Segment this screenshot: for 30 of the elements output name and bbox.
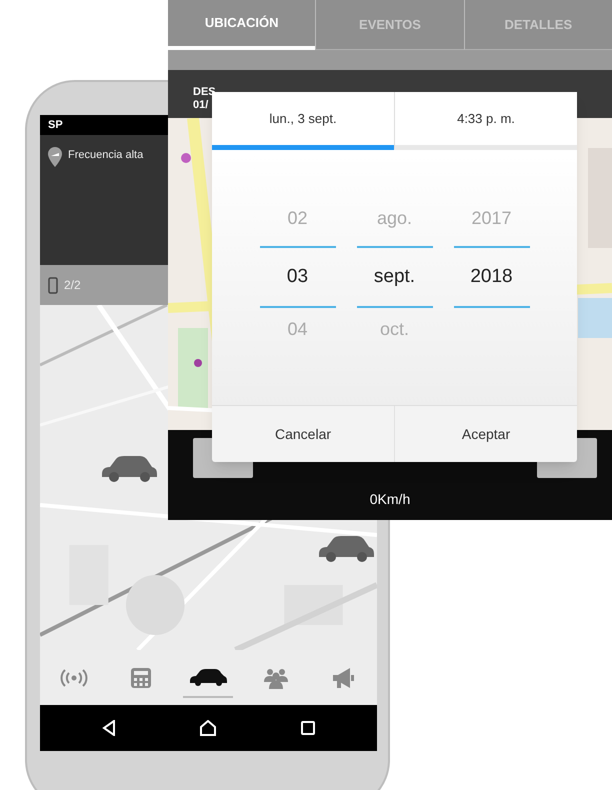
device-count: 2/2 bbox=[64, 277, 81, 294]
picker-selection[interactable]: sept. bbox=[356, 246, 432, 308]
picker-value[interactable]: oct. bbox=[380, 316, 409, 342]
people-icon bbox=[262, 666, 289, 688]
picker-current: 2018 bbox=[470, 264, 513, 289]
picker-value[interactable]: ago. bbox=[376, 204, 412, 232]
picker-selection[interactable]: 2018 bbox=[454, 246, 530, 308]
dialog-button[interactable]: Aceptar bbox=[394, 406, 577, 462]
dialog-button[interactable]: Cancelar bbox=[212, 406, 394, 462]
header-text: 01/ bbox=[193, 99, 210, 112]
signal-icon bbox=[58, 668, 89, 688]
phone-icon bbox=[48, 276, 58, 294]
title-text: SP bbox=[48, 118, 63, 133]
picker-value[interactable]: 02 bbox=[287, 204, 308, 232]
car-icon bbox=[317, 535, 375, 563]
picker-value[interactable]: 04 bbox=[287, 316, 308, 342]
car-icon bbox=[100, 455, 158, 483]
car-icon bbox=[188, 668, 228, 686]
picker-current: sept. bbox=[374, 264, 416, 289]
recent-apps-icon[interactable] bbox=[301, 721, 316, 735]
picker-selection[interactable]: 03 bbox=[260, 246, 336, 308]
home-icon[interactable] bbox=[199, 720, 218, 736]
picker-value[interactable]: 2017 bbox=[471, 204, 512, 232]
calculator-icon bbox=[130, 666, 152, 688]
speed-text: 0Km/h bbox=[370, 490, 410, 509]
picker-current: 03 bbox=[286, 264, 308, 289]
location-pin-icon bbox=[48, 147, 62, 167]
back-icon[interactable] bbox=[102, 720, 116, 736]
megaphone-icon bbox=[331, 666, 356, 688]
mode-label: Frecuencia alta bbox=[68, 148, 144, 163]
